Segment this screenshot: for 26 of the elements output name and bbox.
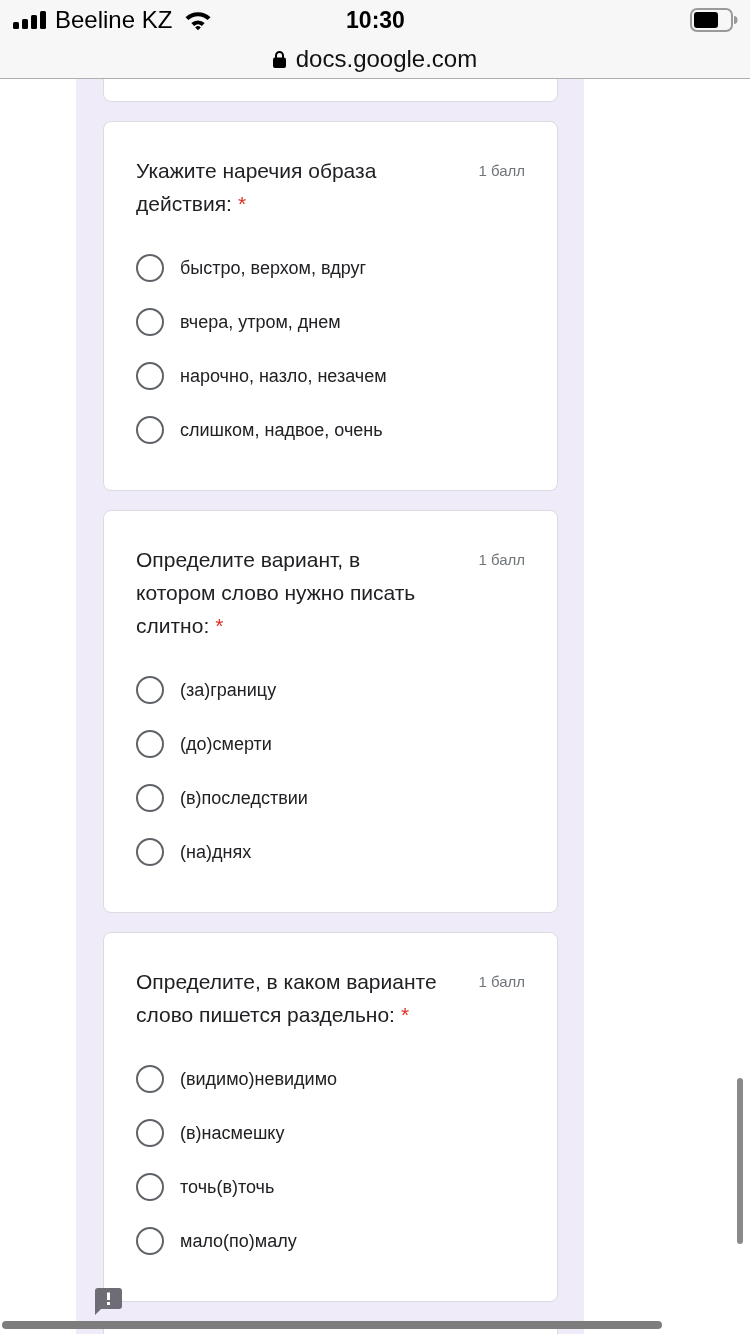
signal-icon	[13, 11, 46, 29]
wifi-icon	[184, 10, 213, 30]
address-url[interactable]: docs.google.com	[295, 45, 478, 73]
radio-option[interactable]: (в)последствии	[136, 784, 308, 812]
question-title: Определите, в каком варианте слово пишется раздельно: *	[136, 969, 438, 1028]
radio-option[interactable]: (за)границу	[136, 676, 277, 704]
points-label: 1 балл	[478, 550, 525, 570]
battery-icon	[690, 8, 738, 32]
points-label: 1 балл	[478, 161, 525, 181]
radio-option[interactable]: слишком, надвое, очень	[136, 416, 383, 444]
status-time: 10:30	[346, 6, 405, 34]
feedback-bubble-icon[interactable]	[95, 1288, 122, 1315]
lock-icon	[272, 50, 286, 68]
radio-option[interactable]: вчера, утром, днем	[136, 308, 341, 336]
question-title: Укажите наречия образа действия: *	[136, 158, 378, 217]
radio-option[interactable]: (на)днях	[136, 838, 252, 866]
carrier-name: Beeline KZ	[55, 6, 173, 34]
radio-option[interactable]: быстро, верхом, вдруг	[136, 254, 367, 282]
radio-option[interactable]: мало(по)малу	[136, 1227, 297, 1255]
radio-option[interactable]: (в)насмешку	[136, 1119, 285, 1147]
question-title: Определите вариант, в котором слово нужно писать слитно: *	[136, 547, 417, 639]
radio-option[interactable]: (до)смерти	[136, 730, 272, 758]
points-label: 1 балл	[478, 972, 525, 992]
radio-option[interactable]: нарочно, назло, незачем	[136, 362, 387, 390]
radio-option[interactable]: точь(в)точь	[136, 1173, 275, 1201]
radio-option[interactable]: (видимо)невидимо	[136, 1065, 338, 1093]
